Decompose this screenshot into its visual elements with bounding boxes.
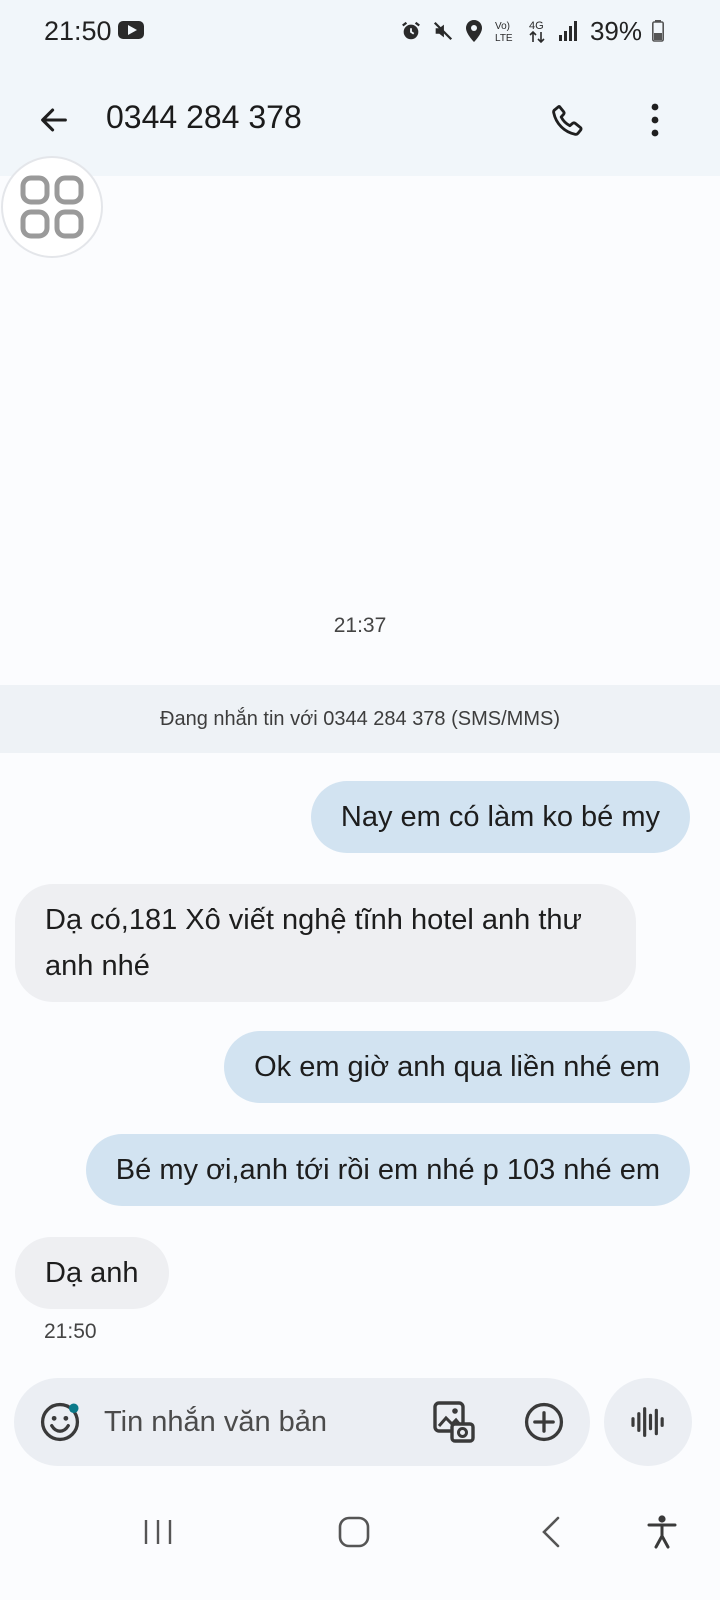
contact-avatar[interactable] bbox=[1, 156, 103, 258]
message-line: anh nhé bbox=[45, 950, 150, 982]
svg-text:4G: 4G bbox=[529, 20, 544, 32]
more-vert-icon bbox=[651, 103, 659, 137]
chevron-left-icon bbox=[542, 1516, 560, 1548]
phone-icon bbox=[552, 105, 583, 136]
message-composer bbox=[14, 1378, 590, 1466]
mute-icon bbox=[432, 20, 454, 42]
battery-icon bbox=[652, 20, 664, 42]
recent-apps-icon bbox=[144, 1520, 172, 1544]
call-button[interactable] bbox=[540, 92, 596, 148]
system-nav-bar bbox=[0, 1480, 720, 1600]
volte-icon: Vo) LTE bbox=[494, 18, 518, 44]
back-button[interactable] bbox=[28, 94, 80, 146]
voice-message-button[interactable] bbox=[604, 1378, 692, 1466]
gallery-button[interactable] bbox=[430, 1398, 478, 1446]
grid-icon bbox=[20, 175, 84, 239]
outgoing-message[interactable]: Nay em có làm ko bé my bbox=[310, 781, 690, 853]
signal-icon bbox=[558, 20, 580, 42]
outgoing-message[interactable]: Ok em giờ anh qua liền nhé em bbox=[224, 1031, 690, 1103]
message-input[interactable] bbox=[104, 1399, 404, 1445]
sms-info-banner: Đang nhắn tin với 0344 284 378 (SMS/MMS) bbox=[0, 685, 720, 753]
outgoing-message[interactable]: Bé my ơi,anh tới rồi em nhé p 103 nhé em bbox=[85, 1134, 690, 1206]
waveform-icon bbox=[631, 1407, 664, 1437]
back-arrow-icon bbox=[41, 108, 67, 132]
svg-text:LTE: LTE bbox=[495, 33, 513, 44]
emoji-icon bbox=[40, 1402, 80, 1442]
home-button[interactable] bbox=[324, 1502, 384, 1562]
incoming-message[interactable]: Dạ anh bbox=[15, 1237, 169, 1309]
accessibility-icon bbox=[647, 1515, 677, 1549]
youtube-icon bbox=[118, 21, 144, 39]
alarm-icon bbox=[400, 20, 422, 42]
location-icon bbox=[464, 19, 484, 43]
conversation-timestamp: 21:37 bbox=[333, 614, 387, 637]
message-line: Dạ có,181 Xô viết nghệ tĩnh hotel anh th… bbox=[45, 904, 582, 936]
battery-percent: 39% bbox=[589, 15, 642, 46]
network-4g-icon: 4G bbox=[528, 18, 548, 44]
status-icons: Vo) LTE 4G 39% bbox=[400, 14, 664, 48]
add-circle-icon bbox=[524, 1402, 564, 1442]
contact-title[interactable]: 0344 284 378 bbox=[106, 99, 302, 136]
add-attachment-button[interactable] bbox=[522, 1400, 566, 1444]
back-nav-button[interactable] bbox=[522, 1502, 582, 1562]
svg-text:Vo): Vo) bbox=[495, 21, 510, 32]
incoming-message[interactable]: Dạ có,181 Xô viết nghệ tĩnh hotel anh th… bbox=[15, 884, 636, 1002]
status-time: 21:50 bbox=[44, 16, 112, 46]
app-bar: 0344 284 378 bbox=[0, 66, 720, 176]
status-bar: 21:50 Vo) LTE 4G 39% bbox=[0, 0, 720, 66]
recent-apps-button[interactable] bbox=[128, 1502, 188, 1562]
gallery-icon bbox=[433, 1401, 475, 1443]
message-timestamp: 21:50 bbox=[44, 1320, 97, 1343]
top-area: 21:50 Vo) LTE 4G 39% 0344 284 378 bbox=[0, 0, 720, 176]
emoji-button[interactable] bbox=[38, 1400, 82, 1444]
home-icon bbox=[338, 1516, 370, 1548]
more-options-button[interactable] bbox=[630, 92, 680, 148]
accessibility-button[interactable] bbox=[632, 1502, 692, 1562]
